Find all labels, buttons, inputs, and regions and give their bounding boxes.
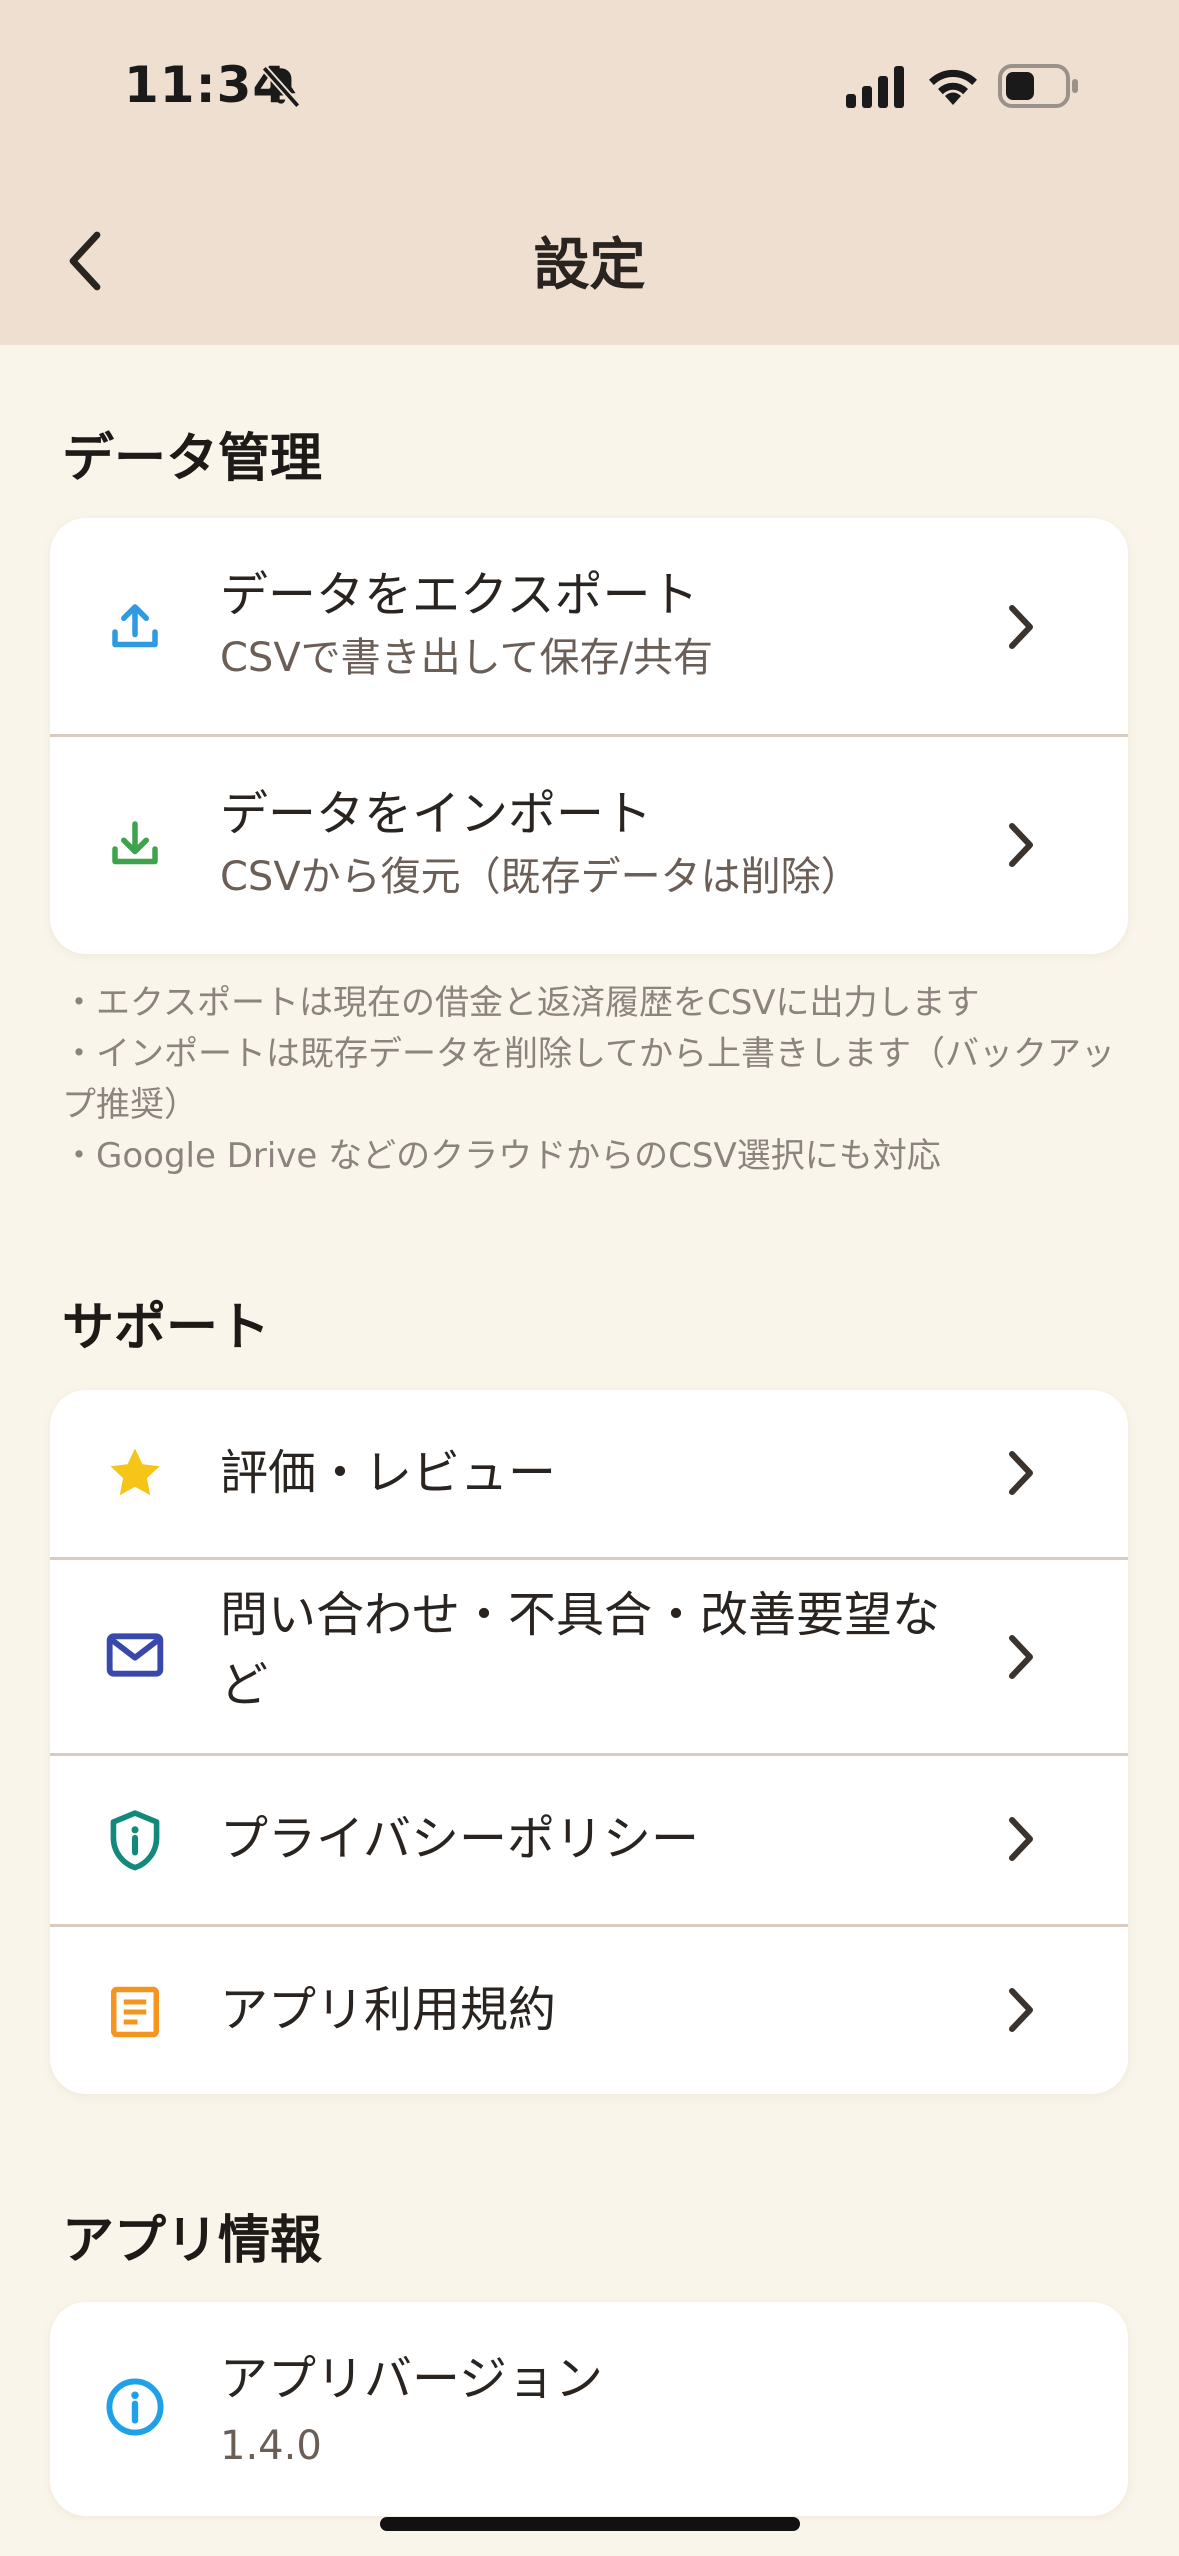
page-title: 設定 [533,233,646,298]
section-title-data: データ管理 [62,429,323,489]
cellular-signal-icon [846,66,904,108]
review-row[interactable]: 評価・レビュー [50,1390,1128,1557]
version-value: 1.4.0 [220,2423,322,2469]
support-card: 評価・レビュー 問い合わせ・不具合・改善要望など プライバシーポリシー アプリ利… [50,1390,1128,2094]
upload-icon [100,592,170,662]
data-card: データをエクスポート CSVで書き出して保存/共有 データをインポート CSVか… [50,518,1128,954]
version-title: アプリバージョン [220,2351,604,2407]
contact-row[interactable]: 問い合わせ・不具合・改善要望など [50,1560,1128,1753]
app-info-card: アプリバージョン 1.4.0 [50,2302,1128,2516]
chevron-right-icon [1009,1451,1033,1495]
battery-icon [998,64,1078,108]
export-subtitle: CSVで書き出して保存/共有 [220,635,713,681]
import-subtitle: CSVから復元（既存データは削除） [220,854,861,900]
download-icon [100,809,170,879]
export-row[interactable]: データをエクスポート CSVで書き出して保存/共有 [50,518,1128,736]
version-row: アプリバージョン 1.4.0 [50,2302,1128,2516]
chevron-right-icon [1009,1635,1033,1679]
wifi-icon [929,69,977,105]
terms-title: アプリ利用規約 [220,1982,557,2038]
info-icon [100,2372,170,2442]
import-row[interactable]: データをインポート CSVから復元（既存データは削除） [50,737,1128,954]
import-title: データをインポート [220,786,653,842]
privacy-row[interactable]: プライバシーポリシー [50,1756,1128,1924]
document-icon [100,1977,170,2047]
chevron-right-icon [1009,605,1033,649]
nav-bar: 設定 [0,150,1179,345]
bell-slash-icon [261,65,301,109]
home-indicator [380,2517,800,2531]
privacy-title: プライバシーポリシー [220,1811,700,1867]
shield-info-icon [100,1806,170,1876]
note-line: ・エクスポートは現在の借金と返済履歴をCSVに出力します [62,983,980,1023]
note-line: ・Google Drive などのクラウドからのCSV選択にも対応 [62,1136,941,1176]
section-title-support: サポート [62,1298,271,1358]
star-icon [100,1438,170,1508]
status-bar: 11:34 [0,0,1179,150]
data-notes: ・エクスポートは現在の借金と返済履歴をCSVに出力します ・インポートは既存デー… [62,978,1122,1182]
review-title: 評価・レビュー [220,1445,557,1501]
mail-icon [100,1620,170,1690]
export-title: データをエクスポート [220,567,699,623]
chevron-right-icon [1009,1817,1033,1861]
chevron-right-icon [1009,823,1033,867]
section-title-app-info: アプリ情報 [62,2211,323,2271]
chevron-right-icon [1009,1988,1033,2032]
terms-row[interactable]: アプリ利用規約 [50,1927,1128,2094]
contact-title: 問い合わせ・不具合・改善要望など [220,1587,941,1713]
note-line: ・インポートは既存データを削除してから上書きします（バックアップ推奨） [62,1034,1115,1125]
